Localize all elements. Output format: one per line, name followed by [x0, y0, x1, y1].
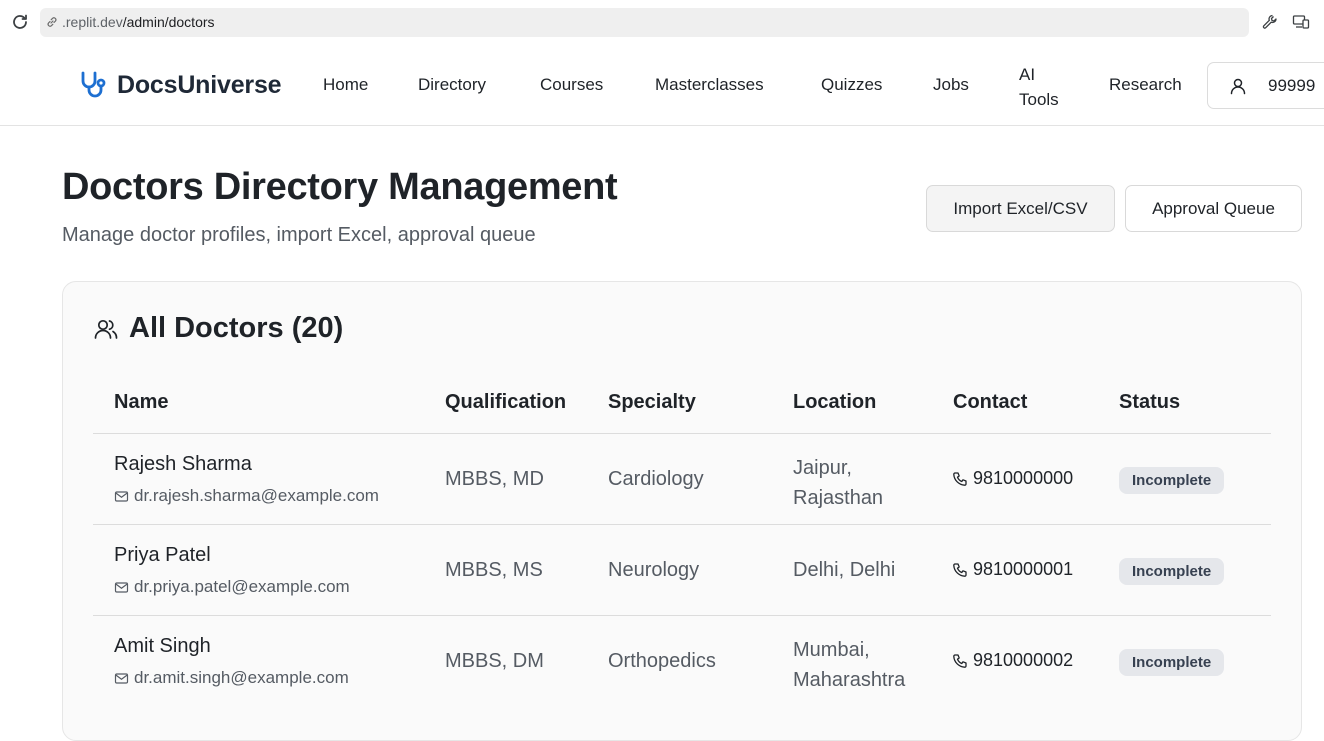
qualification-cell: MBBS, MS	[445, 559, 543, 581]
doctor-email: dr.rajesh.sharma@example.com	[114, 486, 379, 506]
import-excel-button[interactable]: Import Excel/CSV	[926, 185, 1115, 232]
doctor-name: Rajesh Sharma	[114, 453, 252, 475]
contact-number: 9810000000	[973, 468, 1074, 488]
doctor-email: dr.priya.patel@example.com	[114, 577, 350, 597]
doctor-email-text: dr.priya.patel@example.com	[134, 577, 350, 596]
doctor-name: Priya Patel	[114, 544, 211, 566]
location-line1: Mumbai,	[793, 639, 870, 661]
approval-queue-button[interactable]: Approval Queue	[1125, 185, 1302, 232]
location-cell: Mumbai, Maharashtra	[793, 635, 905, 695]
doctor-email: dr.amit.singh@example.com	[114, 668, 349, 688]
contact-cell: 9810000001	[952, 559, 1073, 580]
column-header-contact[interactable]: Contact	[953, 391, 1027, 414]
nav-home[interactable]: Home	[323, 75, 368, 95]
link-icon	[47, 17, 57, 27]
nav-ai-tools-line1: AI	[1019, 65, 1036, 84]
column-header-status[interactable]: Status	[1119, 391, 1180, 414]
location-line2: Maharashtra	[793, 669, 906, 691]
specialty-cell: Neurology	[608, 559, 700, 581]
status-badge: Incomplete	[1119, 467, 1225, 494]
page-title: Doctors Directory Management	[62, 166, 618, 208]
contact-number: 9810000001	[973, 559, 1074, 579]
page-subtitle: Manage doctor profiles, import Excel, ap…	[62, 224, 536, 246]
brand-logo[interactable]: DocsUniverse	[78, 69, 282, 101]
user-icon	[1230, 78, 1246, 95]
nav-masterclasses[interactable]: Masterclasses	[655, 75, 764, 95]
users-icon	[94, 319, 118, 339]
location-line1: Jaipur,	[793, 457, 852, 479]
nav-directory[interactable]: Directory	[418, 75, 486, 95]
nav-ai-tools[interactable]: AI Tools	[1019, 62, 1059, 112]
specialty-cell: Cardiology	[608, 468, 704, 490]
account-label: 99999	[1268, 76, 1316, 95]
reload-icon[interactable]	[10, 12, 30, 32]
doctor-email-text: dr.amit.singh@example.com	[134, 668, 349, 687]
contact-cell: 9810000000	[952, 468, 1073, 489]
phone-icon	[953, 562, 967, 577]
location-line2: Rajasthan	[793, 487, 884, 509]
card-title: All Doctors (20)	[93, 312, 343, 345]
brand-name: DocsUniverse	[117, 70, 282, 99]
account-button[interactable]: 99999	[1207, 62, 1324, 109]
table-row[interactable]: Priya Patel dr.priya.patel@example.com M…	[93, 524, 1271, 615]
address-bar[interactable]: .replit.dev/admin/doctors	[40, 8, 1249, 37]
column-header-location[interactable]: Location	[793, 391, 876, 414]
phone-icon	[953, 653, 967, 668]
stethoscope-icon	[81, 71, 106, 98]
doctor-name: Amit Singh	[114, 635, 211, 657]
mail-icon	[114, 672, 129, 684]
status-badge: Incomplete	[1119, 558, 1225, 585]
column-header-name[interactable]: Name	[114, 391, 168, 414]
phone-icon	[953, 471, 967, 486]
contact-cell: 9810000002	[952, 650, 1073, 671]
table-row[interactable]: Amit Singh dr.amit.singh@example.com MBB…	[93, 615, 1271, 706]
nav-courses[interactable]: Courses	[540, 75, 603, 95]
location-cell: Delhi, Delhi	[793, 559, 896, 581]
mail-icon	[114, 490, 129, 502]
column-header-qualification[interactable]: Qualification	[445, 391, 566, 414]
card-title-text: All Doctors (20)	[129, 312, 344, 344]
column-header-specialty[interactable]: Specialty	[608, 391, 696, 414]
qualification-cell: MBBS, DM	[445, 650, 544, 672]
table-row[interactable]: Rajesh Sharma dr.rajesh.sharma@example.c…	[93, 433, 1271, 524]
qualification-cell: MBBS, MD	[445, 468, 544, 490]
wrench-icon[interactable]	[1261, 13, 1279, 31]
nav-ai-tools-line2: Tools	[1019, 90, 1059, 109]
specialty-cell: Orthopedics	[608, 650, 716, 672]
doctors-card: All Doctors (20) Name Qualification Spec…	[62, 281, 1302, 741]
mail-icon	[114, 581, 129, 593]
doctor-email-text: dr.rajesh.sharma@example.com	[134, 486, 379, 505]
location-cell: Jaipur, Rajasthan	[793, 453, 883, 513]
site-header: DocsUniverse Home Directory Courses Mast…	[0, 45, 1324, 126]
nav-research[interactable]: Research	[1109, 75, 1182, 95]
url-host: .replit.dev	[62, 14, 123, 30]
devices-icon[interactable]	[1292, 13, 1310, 31]
contact-number: 9810000002	[973, 650, 1074, 670]
status-badge: Incomplete	[1119, 649, 1225, 676]
nav-jobs[interactable]: Jobs	[933, 75, 969, 95]
nav-quizzes[interactable]: Quizzes	[821, 75, 882, 95]
url-path: /admin/doctors	[122, 14, 215, 30]
browser-toolbar: .replit.dev/admin/doctors	[0, 0, 1324, 45]
